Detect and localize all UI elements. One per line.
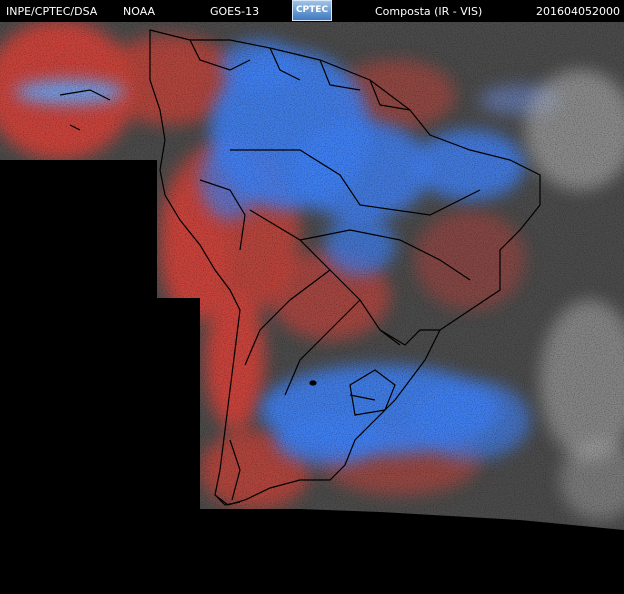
satellite-composite-map [0, 22, 624, 530]
satellite-viewer: INPE/CPTEC/DSA NOAA GOES-13 CPTEC Compos… [0, 0, 624, 594]
noise-texture [0, 22, 624, 530]
product-label: Composta (IR - VIS) [375, 5, 483, 18]
satellite-label: GOES-13 [210, 5, 260, 18]
cptec-logo-icon: CPTEC [292, 0, 332, 21]
logo-text: CPTEC [295, 5, 329, 15]
satellite-image [0, 22, 624, 594]
timestamp-label: 201604052000 [536, 5, 620, 18]
partner-label: NOAA [123, 5, 156, 18]
agency-label: INPE/CPTEC/DSA [6, 5, 98, 18]
header-bar: INPE/CPTEC/DSA NOAA GOES-13 CPTEC Compos… [0, 0, 624, 22]
